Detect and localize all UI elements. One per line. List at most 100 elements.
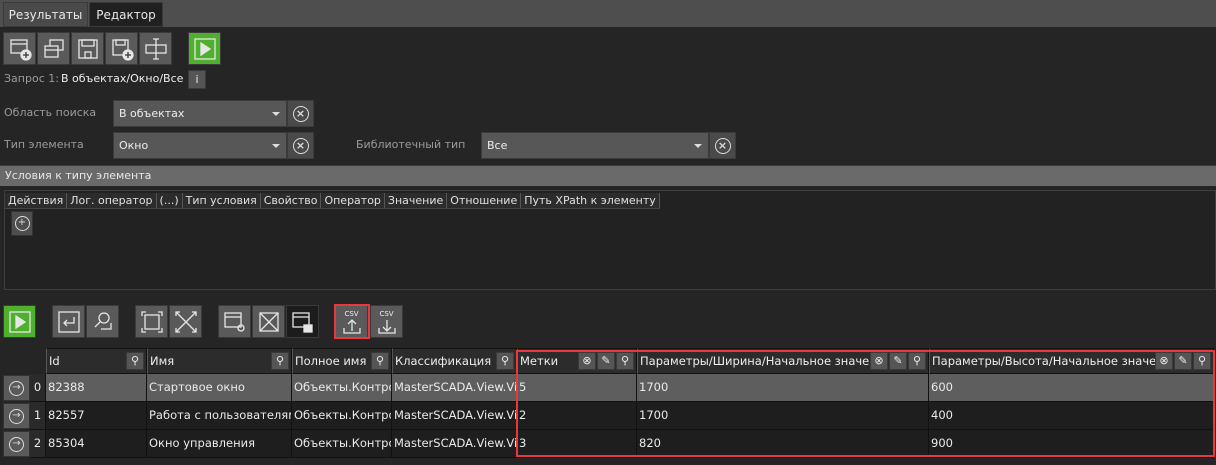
col-title: Id (49, 354, 60, 368)
col-operator[interactable]: Оператор (321, 193, 385, 208)
col-brackets[interactable]: (...) (157, 193, 183, 208)
col-xpath[interactable]: Путь XPath к элементу (521, 193, 660, 208)
csv-import-button[interactable]: CSV (370, 305, 403, 338)
clear-icon: × (292, 105, 309, 122)
new-query-button[interactable] (3, 32, 36, 65)
save-icon (77, 38, 98, 59)
col-relation[interactable]: Отношение (447, 193, 522, 208)
save-button[interactable] (71, 32, 104, 65)
shrink-icon (174, 310, 197, 333)
cell-name[interactable]: Окно управления (147, 430, 292, 458)
arrow-right-circle-icon: → (9, 380, 24, 396)
arrow-right-circle-icon: → (9, 436, 24, 452)
col-log-operator[interactable]: Лог. оператор (67, 193, 157, 208)
search-icon[interactable]: ⚲ (126, 352, 144, 370)
search-icon[interactable]: ⚲ (371, 352, 389, 370)
search-icon[interactable]: ⚲ (271, 352, 289, 370)
chevron-down-icon (694, 144, 702, 148)
goto-row-button[interactable]: → (3, 375, 30, 401)
csv-export-highlight (334, 304, 370, 339)
cell-id[interactable]: 82557 (46, 402, 147, 430)
cell-class[interactable]: MasterSCADA.View.View (392, 430, 517, 458)
row-index: 2 (30, 430, 46, 458)
row-index: 0 (30, 374, 46, 402)
new-window-add-icon (9, 38, 32, 61)
duplicate-query-button[interactable] (37, 32, 70, 65)
row-index: 1 (30, 402, 46, 430)
element-type-select[interactable]: Окно (113, 132, 287, 159)
save-add-icon (111, 38, 134, 61)
add-condition-button[interactable]: + (11, 211, 33, 236)
arrow-right-circle-icon: → (9, 408, 24, 424)
query-label: Запрос 1: (4, 72, 59, 85)
plus-circle-icon: + (14, 216, 30, 231)
goto-row-button[interactable]: → (3, 403, 30, 429)
chevron-down-icon (272, 144, 280, 148)
clear-search-area-button[interactable]: × (287, 100, 314, 127)
enter-icon (57, 310, 80, 333)
col-title: Полное имя (295, 354, 367, 368)
window-settings-button[interactable] (218, 305, 251, 338)
col-value[interactable]: Значение (385, 193, 448, 208)
search-area-label: Область поиска (4, 106, 97, 119)
window-lock-icon (291, 311, 313, 333)
cell-name[interactable]: Стартовое окно (147, 374, 292, 402)
library-type-value: Все (487, 139, 508, 152)
cell-id[interactable]: 85304 (46, 430, 147, 458)
run-button[interactable] (188, 32, 221, 65)
cell-id[interactable]: 82388 (46, 374, 147, 402)
element-type-label: Тип элемента (4, 138, 84, 151)
col-header-id[interactable]: Id ⚲ (46, 348, 147, 374)
play-icon (193, 37, 216, 60)
close-window-button[interactable] (252, 305, 285, 338)
columns-highlight (516, 350, 1215, 457)
goto-button[interactable] (52, 305, 85, 338)
csv-label: CSV (379, 309, 394, 318)
frame-icon (140, 310, 163, 333)
clear-library-type-button[interactable]: × (709, 132, 736, 159)
save-as-button[interactable] (105, 32, 138, 65)
find-goto-button[interactable] (86, 305, 119, 338)
search-icon[interactable]: ⚲ (496, 352, 514, 370)
conditions-section-header: Условия к типу элемента (0, 165, 1216, 186)
cell-full-name[interactable]: Объекты.Контрол (292, 374, 392, 402)
clear-element-type-button[interactable]: × (287, 132, 314, 159)
cell-class[interactable]: MasterSCADA.View.View (392, 402, 517, 430)
conditions-table: Действия Лог. оператор (...) Тип условия… (4, 190, 1216, 290)
element-type-value: Окно (119, 139, 149, 152)
col-header-name[interactable]: Имя ⚲ (147, 348, 292, 374)
expand-button[interactable] (135, 305, 168, 338)
play-icon (8, 310, 31, 333)
cell-full-name[interactable]: Объекты.Контрол (292, 430, 392, 458)
search-area-select[interactable]: В объектах (113, 100, 287, 127)
tab-editor[interactable]: Редактор (89, 2, 163, 27)
col-condition-type[interactable]: Тип условия (183, 193, 261, 208)
search-enter-icon (94, 311, 112, 330)
col-actions[interactable]: Действия (5, 193, 68, 208)
col-title: Имя (150, 354, 175, 368)
window-cross-icon (258, 311, 279, 332)
tab-results[interactable]: Результаты (3, 2, 88, 27)
lock-window-button[interactable] (286, 305, 319, 338)
collapse-button[interactable] (169, 305, 202, 338)
library-type-label: Библиотечный тип (356, 138, 466, 151)
cell-name[interactable]: Работа с пользователями (147, 402, 292, 430)
rename-button[interactable] (139, 32, 172, 65)
col-header-full-name[interactable]: Полное имя ⚲ (292, 348, 392, 374)
info-button[interactable]: i (188, 70, 206, 89)
search-area-value: В объектах (119, 107, 185, 120)
library-type-select[interactable]: Все (481, 132, 709, 159)
tab-bar: Результаты Редактор (0, 0, 1216, 27)
query-path: В объектах/Окно/Все (61, 72, 184, 85)
col-property[interactable]: Свойство (261, 193, 322, 208)
windows-icon (43, 38, 64, 58)
conditions-header: Действия Лог. оператор (...) Тип условия… (5, 193, 660, 209)
run-results-button[interactable] (3, 305, 36, 338)
cell-class[interactable]: MasterSCADA.View.View (392, 374, 517, 402)
cell-full-name[interactable]: Объекты.Контрол (292, 402, 392, 430)
goto-row-button[interactable]: → (3, 431, 30, 457)
text-cursor-icon (144, 37, 167, 60)
download-icon (377, 319, 396, 334)
window-gear-icon (223, 311, 245, 332)
col-header-classification[interactable]: Классификация ⚲ (392, 348, 517, 374)
